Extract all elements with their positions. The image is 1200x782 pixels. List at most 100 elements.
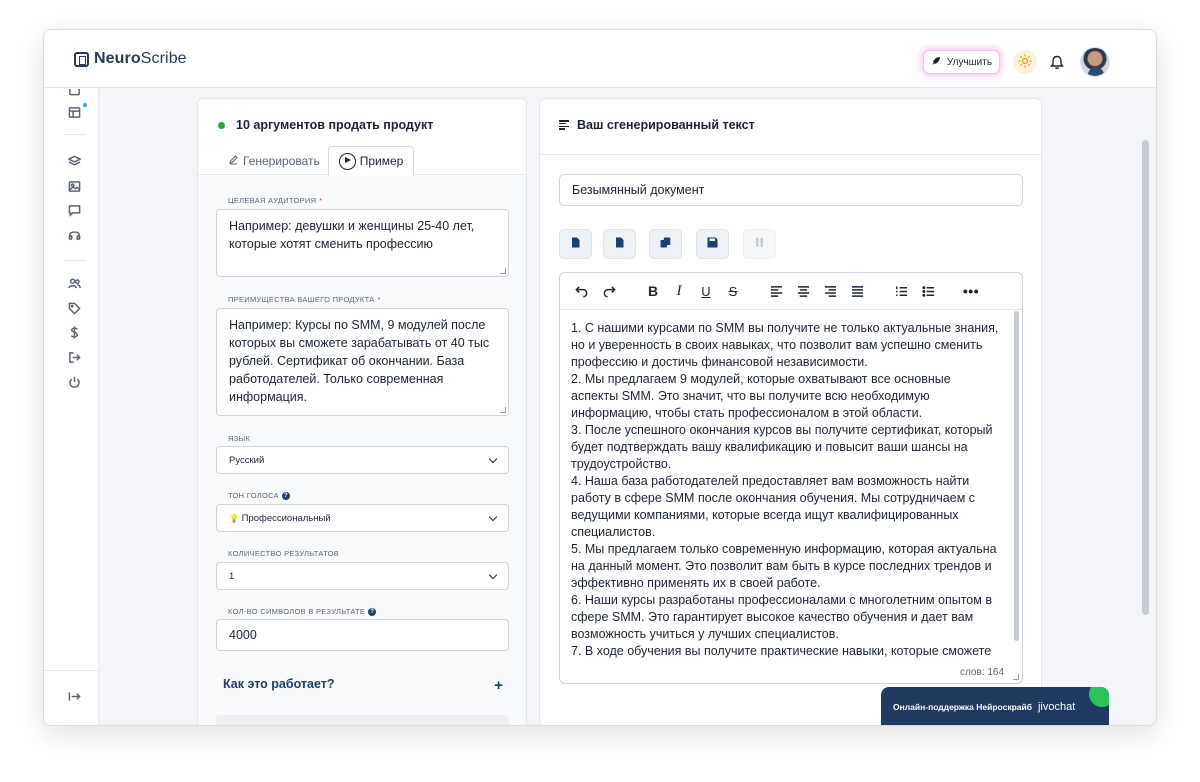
copy-button[interactable] <box>649 229 682 259</box>
collapse-icon[interactable] <box>67 689 81 703</box>
rocket-icon <box>931 56 941 69</box>
audience-textarea[interactable]: Например: девушки и женщины 25-40 лет, к… <box>216 209 509 277</box>
editor-paragraph: 1. С нашими курсами по SMM вы получите н… <box>571 321 999 369</box>
tone-label: Тон голоса? <box>228 491 290 500</box>
align-center-icon[interactable] <box>794 282 812 300</box>
benefits-textarea[interactable]: Например: Курсы по SMM, 9 модулей после … <box>216 308 509 416</box>
editor-paragraph: 3. После успешного окончания курсов вы п… <box>571 423 993 471</box>
chevron-down-icon <box>488 512 498 521</box>
undo-icon[interactable] <box>572 282 590 300</box>
how-it-works-label: Как это работает? <box>223 677 335 691</box>
output-card: Ваш сгенерированный текст Безымянный док… <box>539 98 1042 725</box>
pause-icon <box>754 235 765 253</box>
underline-button[interactable]: U <box>697 282 715 300</box>
bold-button[interactable]: B <box>644 282 662 300</box>
document-name-value: Безымянный документ <box>572 183 705 197</box>
pause-button[interactable] <box>743 229 776 259</box>
align-right-icon[interactable] <box>821 282 839 300</box>
power-icon[interactable] <box>67 375 81 389</box>
editor-paragraph: 5. Мы предлагаем только современную инфо… <box>571 542 997 590</box>
align-left-icon[interactable] <box>767 282 785 300</box>
logo-text: NeuroScribe <box>94 50 187 67</box>
more-options-icon[interactable]: ••• <box>962 282 980 300</box>
jivochat-logo: jivochat <box>1037 701 1076 713</box>
save-icon <box>707 235 718 253</box>
card-title: 10 аргументов продать продукт <box>218 118 433 132</box>
tab-generate-label: Генерировать <box>243 154 320 168</box>
chat-icon[interactable] <box>67 203 81 217</box>
bell-icon[interactable] <box>1047 52 1067 72</box>
document-name-input[interactable]: Безымянный документ <box>559 174 1023 206</box>
resize-handle[interactable] <box>1013 674 1019 680</box>
tab-generate[interactable]: Генерировать <box>228 146 320 176</box>
chat-bubble-icon <box>1089 687 1109 707</box>
layers-icon[interactable] <box>67 154 81 168</box>
export-pdf-button[interactable] <box>603 229 636 259</box>
file-pdf-icon <box>614 235 625 253</box>
chevron-down-icon <box>488 454 498 463</box>
how-it-works-toggle[interactable]: Как это работает? + <box>223 677 503 694</box>
resize-handle[interactable] <box>500 268 506 274</box>
theme-toggle-button[interactable] <box>1013 50 1037 74</box>
editor-content[interactable]: 1. С нашими курсами по SMM вы получите н… <box>571 320 999 662</box>
export-doc-button[interactable] <box>559 229 592 259</box>
tag-icon[interactable] <box>67 301 81 315</box>
results-value: 1 <box>229 570 235 582</box>
text-lines-icon <box>559 120 569 130</box>
language-label: Язык <box>228 434 251 443</box>
output-header: Ваш сгенерированный текст <box>540 99 1041 155</box>
next-section-strip <box>216 715 509 725</box>
language-value: Русский <box>229 454 265 466</box>
strikethrough-button[interactable]: S <box>724 282 742 300</box>
sidebar <box>44 88 99 725</box>
pencil-icon <box>228 154 239 168</box>
lightbulb-icon: 💡 <box>229 513 239 523</box>
results-select[interactable]: 1 <box>216 562 509 590</box>
editor-paragraph: 2. Мы предлагаем 9 модулей, которые охва… <box>571 372 951 420</box>
sidebar-divider <box>44 670 99 671</box>
editor-paragraph: 6. Наши курсы разработаны профессионалам… <box>571 593 992 641</box>
tone-select[interactable]: 💡 Профессиональный <box>216 504 509 532</box>
align-justify-icon[interactable] <box>848 282 866 300</box>
logo[interactable]: NeuroScribe <box>74 50 187 68</box>
upgrade-label: Улучшить <box>946 56 993 68</box>
language-select[interactable]: Русский <box>216 446 509 474</box>
chevron-down-icon <box>488 570 498 579</box>
dollar-icon[interactable] <box>67 325 81 339</box>
image-icon[interactable] <box>67 179 81 193</box>
avatar[interactable] <box>1080 47 1110 77</box>
chars-input[interactable]: 4000 <box>216 619 509 651</box>
editor-paragraph: 7. В ходе обучения вы получите практичес… <box>571 644 992 658</box>
benefits-label: Преимущества вашего продукта * <box>228 295 381 304</box>
notification-dot <box>83 103 87 107</box>
editor-scrollbar[interactable] <box>1014 311 1019 641</box>
template-title: 10 аргументов продать продукт <box>236 118 434 132</box>
document-icon[interactable] <box>67 88 81 102</box>
support-chat-widget[interactable]: Онлайн-поддержка Нейроскрайб jivochat <box>881 687 1109 725</box>
users-icon[interactable] <box>67 276 81 290</box>
chars-value: 4000 <box>229 628 257 642</box>
results-label: Количество результатов <box>228 549 340 558</box>
table-icon[interactable] <box>67 105 81 119</box>
ordered-list-icon[interactable] <box>892 282 910 300</box>
help-icon: ? <box>368 607 377 616</box>
italic-button[interactable]: I <box>670 282 688 300</box>
text-editor[interactable]: B I U S ••• 1. С нашими курсами по SMM в… <box>559 272 1023 684</box>
headphones-icon[interactable] <box>67 227 81 241</box>
output-title-text: Ваш сгенерированный текст <box>577 118 755 132</box>
output-title: Ваш сгенерированный текст <box>559 118 755 132</box>
save-button[interactable] <box>696 229 729 259</box>
tone-value: Профессиональный <box>241 512 331 524</box>
support-chat-label: Онлайн-поддержка Нейроскрайб <box>893 702 1032 712</box>
bullet-list-icon[interactable] <box>919 282 937 300</box>
page-scrollbar[interactable] <box>1142 140 1149 615</box>
play-icon <box>338 152 356 170</box>
resize-handle[interactable] <box>500 407 506 413</box>
logout-icon[interactable] <box>67 350 81 364</box>
upgrade-button[interactable]: Улучшить <box>923 50 1000 74</box>
redo-icon[interactable] <box>600 282 618 300</box>
editor-paragraph: 4. Наша база работодателей предоставляет… <box>571 474 976 539</box>
plus-icon: + <box>494 677 503 694</box>
tab-example[interactable]: Пример <box>328 146 414 176</box>
benefits-placeholder: Например: Курсы по SMM, 9 модулей после … <box>229 318 490 404</box>
